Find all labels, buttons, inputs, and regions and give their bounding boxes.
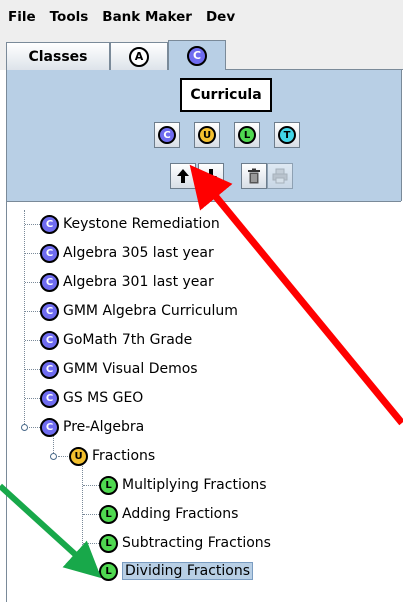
- curricula-tree: C Keystone Remediation C Algebra 305 las…: [6, 201, 401, 602]
- tree-connector: [24, 210, 25, 424]
- trash-icon: [248, 168, 260, 184]
- menu-bank-maker[interactable]: Bank Maker: [102, 9, 192, 25]
- add-unit-button[interactable]: U: [194, 122, 220, 148]
- lesson-icon: L: [99, 504, 118, 524]
- tree-item-label: GS MS GEO: [63, 390, 144, 406]
- curricula-title: Curricula: [180, 78, 272, 112]
- tab-assessments[interactable]: A: [110, 42, 168, 70]
- expand-toggle-icon[interactable]: [50, 453, 57, 460]
- tree-item-label: Pre-Algebra: [63, 419, 145, 435]
- tree-item-label: Algebra 305 last year: [63, 245, 214, 261]
- tree-item-label: Dividing Fractions: [122, 562, 254, 580]
- tree-connector: [25, 311, 40, 312]
- tree-item-label: Adding Fractions: [122, 506, 239, 522]
- curriculum-icon: C: [40, 243, 59, 263]
- tree-item-label: Keystone Remediation: [63, 216, 220, 232]
- tree-connector: [83, 543, 99, 544]
- curriculum-icon: C: [40, 301, 59, 321]
- tree-item-label: GMM Visual Demos: [63, 361, 198, 377]
- move-up-button[interactable]: [170, 163, 196, 189]
- tree-connector: [25, 224, 40, 225]
- tree-item-lesson-selected[interactable]: L Dividing Fractions: [99, 560, 254, 582]
- tab-classes-label: Classes: [28, 48, 88, 65]
- curriculum-icon: C: [40, 359, 59, 379]
- tree-item-label: GoMath 7th Grade: [63, 332, 193, 348]
- lesson-icon: L: [238, 126, 256, 144]
- arrow-down-icon: [205, 169, 217, 183]
- tree-item-curriculum[interactable]: C Algebra 301 last year: [40, 271, 214, 293]
- tree-connector: [25, 369, 40, 370]
- menu-bar: File Tools Bank Maker Dev: [0, 0, 403, 34]
- tree-connector: [83, 514, 99, 515]
- tree-item-lesson[interactable]: L Subtracting Fractions: [99, 532, 271, 554]
- unit-icon: U: [69, 446, 88, 466]
- tree-item-label: Subtracting Fractions: [122, 535, 271, 551]
- tree-item-label: Algebra 301 last year: [63, 274, 214, 290]
- delete-button[interactable]: [241, 163, 267, 189]
- tree-connector: [29, 427, 40, 428]
- curriculum-icon: C: [40, 330, 59, 350]
- tree-connector: [58, 456, 68, 457]
- topic-icon: T: [278, 126, 296, 144]
- lesson-icon: L: [99, 475, 118, 495]
- tree-connector: [25, 253, 40, 254]
- curriculum-icon: C: [40, 417, 59, 437]
- tree-item-curriculum[interactable]: C GoMath 7th Grade: [40, 329, 192, 351]
- unit-icon: U: [198, 126, 216, 144]
- tree-connector: [83, 571, 99, 572]
- tree-connector: [82, 466, 83, 571]
- tree-item-curriculum[interactable]: C Pre-Algebra: [40, 416, 144, 438]
- tree-item-curriculum[interactable]: C GMM Algebra Curriculum: [40, 300, 238, 322]
- tree-item-label: Fractions: [92, 448, 156, 464]
- tree-item-curriculum[interactable]: C GS MS GEO: [40, 387, 143, 409]
- tree-item-curriculum[interactable]: C Algebra 305 last year: [40, 242, 214, 264]
- print-button[interactable]: [267, 163, 293, 189]
- lesson-icon: L: [99, 561, 118, 581]
- curriculum-badge-icon: C: [187, 45, 207, 66]
- expand-toggle-icon[interactable]: [21, 424, 28, 431]
- menu-tools[interactable]: Tools: [50, 9, 89, 25]
- tree-connector: [83, 485, 99, 486]
- tab-curricula[interactable]: C: [168, 40, 226, 70]
- tree-item-label: Multiplying Fractions: [122, 477, 267, 493]
- tree-item-lesson[interactable]: L Multiplying Fractions: [99, 474, 267, 496]
- arrow-up-icon: [177, 169, 189, 183]
- curriculum-icon: C: [40, 272, 59, 292]
- printer-icon: [272, 168, 288, 184]
- curriculum-icon: C: [40, 388, 59, 408]
- add-lesson-button[interactable]: L: [234, 122, 260, 148]
- tree-connector: [25, 282, 40, 283]
- add-curriculum-button[interactable]: C: [154, 122, 180, 148]
- tree-connector: [53, 435, 54, 455]
- move-down-button[interactable]: [198, 163, 224, 189]
- tree-item-curriculum[interactable]: C Keystone Remediation: [40, 213, 220, 235]
- curriculum-icon: C: [158, 126, 176, 144]
- tree-connector: [25, 398, 40, 399]
- tree-item-lesson[interactable]: L Adding Fractions: [99, 503, 238, 525]
- add-topic-button[interactable]: T: [274, 122, 300, 148]
- lesson-icon: L: [99, 533, 118, 553]
- assessment-badge-icon: A: [129, 46, 149, 67]
- tree-item-curriculum[interactable]: C GMM Visual Demos: [40, 358, 198, 380]
- tree-item-label: GMM Algebra Curriculum: [63, 303, 238, 319]
- menu-dev[interactable]: Dev: [206, 9, 235, 25]
- tree-item-unit[interactable]: U Fractions: [69, 445, 155, 467]
- tree-connector: [25, 340, 40, 341]
- curriculum-icon: C: [40, 214, 59, 234]
- tab-classes[interactable]: Classes: [6, 42, 110, 70]
- menu-file[interactable]: File: [8, 9, 36, 25]
- tab-strip: Classes A C: [0, 34, 403, 70]
